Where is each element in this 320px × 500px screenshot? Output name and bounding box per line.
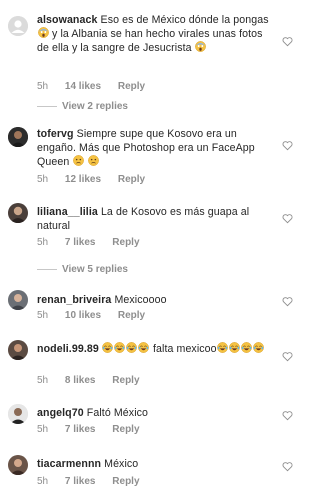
reply-button[interactable]: Reply [118, 310, 145, 321]
profile-photo-icon [8, 290, 28, 310]
joy-emoji-icon [217, 342, 229, 353]
avatar[interactable] [8, 340, 28, 360]
joy-emoji-icon [126, 342, 138, 353]
divider-line [37, 105, 57, 107]
joy-emoji-icon [229, 342, 241, 353]
default-avatar-icon [8, 16, 28, 36]
avatar[interactable] [8, 290, 28, 310]
view-replies-button[interactable]: View 5 replies [37, 264, 128, 275]
like-heart-icon[interactable] [282, 296, 293, 307]
reply-button[interactable]: Reply [118, 174, 145, 185]
comment-time: 5h [37, 310, 49, 321]
reply-button[interactable]: Reply [112, 375, 139, 386]
comment-renan-briveira: renan_briveira Mexicoooo 5h 10 likes Rep… [0, 288, 303, 328]
comment-text: liliana__lilia La de Kosovo es más guapa… [37, 205, 277, 233]
avatar[interactable] [8, 203, 28, 223]
comment-liliana-lilia: liliana__lilia La de Kosovo es más guapa… [0, 200, 303, 254]
comment-text-part: Mexicoooo [114, 294, 167, 306]
comment-tofervg: tofervɡ Siempre supe que Kosovo era un e… [0, 122, 303, 192]
joy-emoji-icon [102, 342, 114, 353]
joy-emoji-icon [114, 342, 126, 353]
worried-emoji-icon [88, 155, 99, 166]
avatar[interactable] [8, 404, 28, 424]
reply-button[interactable]: Reply [112, 476, 139, 487]
comment-username[interactable]: renan_briveira [37, 294, 111, 306]
joy-emoji-icon [241, 342, 253, 353]
comment-time: 5h [37, 174, 49, 185]
comment-text-part: Faltó México [86, 407, 149, 419]
comment-time: 5h [37, 424, 49, 435]
joy-emoji-icon [138, 342, 150, 353]
comment-text-part: falta mexicoo [152, 343, 217, 355]
comment-meta: 5h 7 likes Reply [37, 424, 140, 435]
profile-photo-icon [8, 455, 28, 475]
like-heart-icon[interactable] [282, 351, 293, 362]
comment-likes[interactable]: 7 likes [65, 476, 96, 487]
like-heart-icon[interactable] [282, 140, 293, 151]
comment-time: 5h [37, 476, 49, 487]
worried-emoji-icon [72, 155, 84, 166]
joy-emoji-icon [253, 342, 265, 353]
comment-meta: 5h 7 likes Reply [37, 237, 140, 248]
comment-likes[interactable]: 14 likes [65, 81, 101, 92]
view-replies-label: View 2 replies [62, 101, 128, 112]
view-replies-button[interactable]: View 2 replies [37, 101, 128, 112]
comment-text: tofervɡ Siempre supe que Kosovo era un e… [37, 127, 277, 169]
like-heart-icon[interactable] [282, 36, 293, 47]
comment-username[interactable]: liliana__lilia [37, 206, 98, 218]
comment-text-part: y la Albania se han hecho virales unas f… [37, 28, 263, 54]
comment-username[interactable]: tofervɡ [37, 128, 74, 140]
comment-meta: 5h 7 likes Reply [37, 476, 140, 487]
reply-button[interactable]: Reply [112, 237, 139, 248]
comment-text: renan_briveira Mexicoooo [37, 293, 277, 307]
comment-likes[interactable]: 12 likes [65, 174, 101, 185]
avatar[interactable] [8, 16, 28, 36]
view-replies-label: View 5 replies [62, 264, 128, 275]
comment-nodeli: nodeli.99.89 falta mexicoo 5h 8 likes Re… [0, 338, 303, 392]
like-heart-icon[interactable] [282, 410, 293, 421]
like-heart-icon[interactable] [282, 461, 293, 472]
profile-photo-icon [8, 127, 28, 147]
reply-button[interactable]: Reply [118, 81, 145, 92]
scream-emoji-icon [195, 41, 207, 52]
profile-photo-icon [8, 340, 28, 360]
comment-text-part: México [104, 458, 139, 470]
comment-angelq70: angelq70 Faltó México 5h 7 likes Reply [0, 402, 303, 444]
reply-button[interactable]: Reply [112, 424, 139, 435]
divider-line [37, 268, 57, 270]
comment-meta: 5h 8 likes Reply [37, 375, 140, 386]
profile-photo-icon [8, 404, 28, 424]
comment-likes[interactable]: 7 likes [65, 237, 96, 248]
comment-time: 5h [37, 81, 49, 92]
comment-text: tiacarmennn México [37, 457, 277, 471]
scream-emoji-icon [37, 27, 49, 38]
comment-time: 5h [37, 375, 49, 386]
avatar[interactable] [8, 127, 28, 147]
comment-text-part: Eso es de México dónde la pongas [100, 14, 269, 26]
comment-text: angelq70 Faltó México [37, 406, 277, 420]
comment-alsowanack: alsowanack Eso es de México dónde la pon… [0, 8, 303, 92]
comment-text: nodeli.99.89 falta mexicoo [37, 342, 277, 356]
comment-tiacarmennn: tiacarmennn México 5h 7 likes Reply [0, 453, 303, 495]
comment-meta: 5h 10 likes Reply [37, 310, 145, 321]
comment-meta: 5h 12 likes Reply [37, 174, 145, 185]
avatar[interactable] [8, 455, 28, 475]
comment-username[interactable]: nodeli.99.89 [37, 343, 99, 355]
like-heart-icon[interactable] [282, 213, 293, 224]
comment-likes[interactable]: 8 likes [65, 375, 96, 386]
comment-meta: 5h 14 likes Reply [37, 81, 145, 92]
comment-username[interactable]: angelq70 [37, 407, 84, 419]
profile-photo-icon [8, 203, 28, 223]
comment-likes[interactable]: 7 likes [65, 424, 96, 435]
comment-text: alsowanack Eso es de México dónde la pon… [37, 13, 277, 55]
comment-username[interactable]: tiacarmennn [37, 458, 101, 470]
comment-time: 5h [37, 237, 49, 248]
comment-username[interactable]: alsowanack [37, 14, 97, 26]
comment-likes[interactable]: 10 likes [65, 310, 101, 321]
